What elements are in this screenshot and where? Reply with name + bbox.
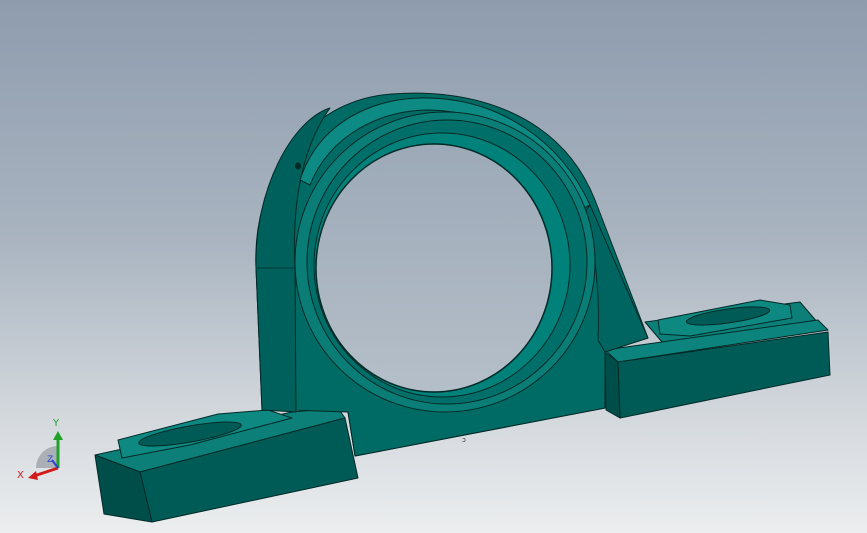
pillow-block-model[interactable] <box>0 0 867 533</box>
right-foot-end-face <box>604 351 621 419</box>
origin-marker: ɔ <box>462 436 466 444</box>
bore-see-through <box>317 145 551 391</box>
3d-viewport[interactable]: ɔ Y X Z <box>0 0 867 533</box>
grease-hole <box>295 162 301 170</box>
